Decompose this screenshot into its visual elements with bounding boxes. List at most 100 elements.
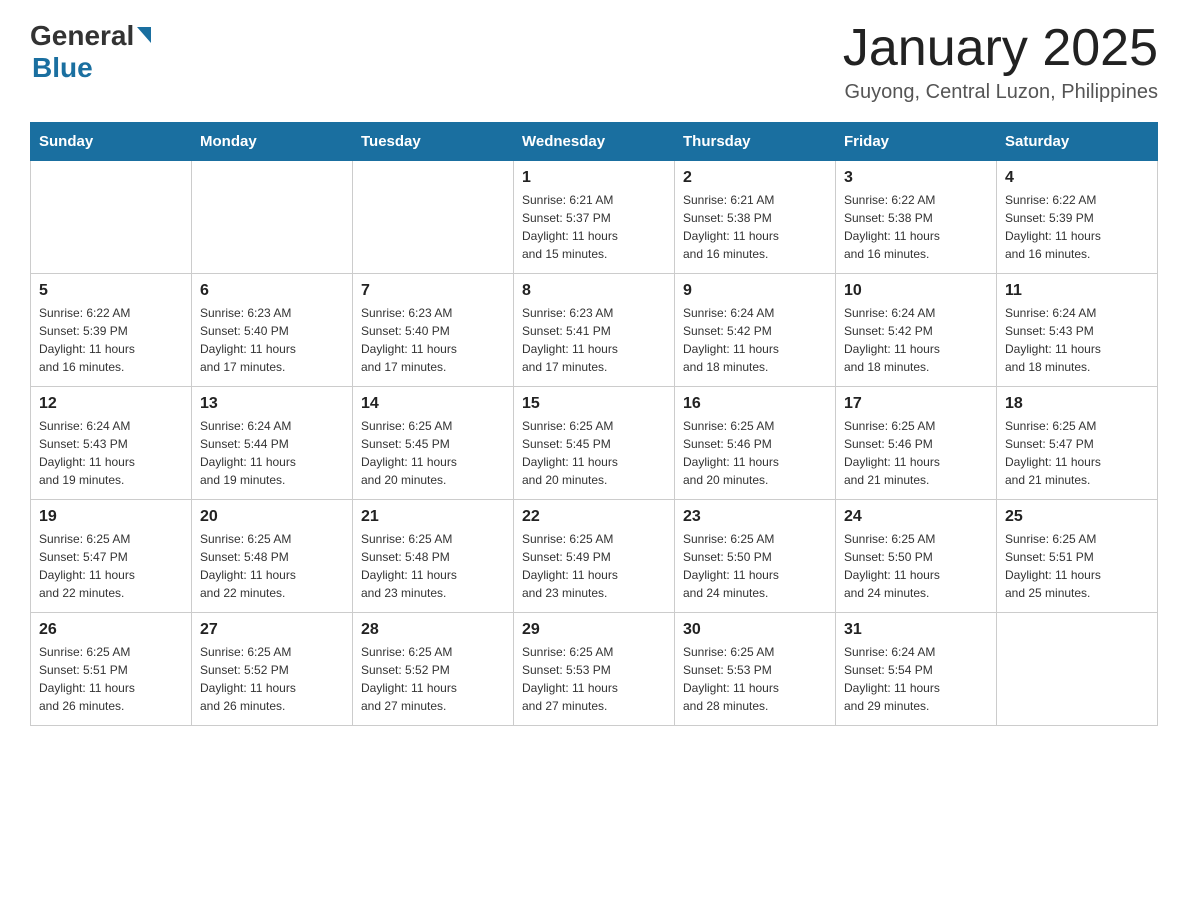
calendar-cell: 9 Sunrise: 6:24 AM Sunset: 5:42 PM Daylig…: [675, 274, 836, 387]
day-number: 31: [844, 621, 988, 639]
calendar-week-4: 19 Sunrise: 6:25 AM Sunset: 5:47 PM Dayli…: [31, 500, 1158, 613]
day-info: Sunrise: 6:25 AM Sunset: 5:46 PM Dayligh…: [844, 417, 988, 489]
day-info: Sunrise: 6:25 AM Sunset: 5:49 PM Dayligh…: [522, 530, 666, 602]
calendar-cell: 6 Sunrise: 6:23 AM Sunset: 5:40 PM Daylig…: [192, 274, 353, 387]
day-info: Sunrise: 6:25 AM Sunset: 5:51 PM Dayligh…: [39, 643, 183, 715]
day-number: 11: [1005, 282, 1149, 300]
day-info: Sunrise: 6:25 AM Sunset: 5:51 PM Dayligh…: [1005, 530, 1149, 602]
location-subtitle: Guyong, Central Luzon, Philippines: [843, 81, 1158, 104]
day-info: Sunrise: 6:24 AM Sunset: 5:42 PM Dayligh…: [683, 304, 827, 376]
day-info: Sunrise: 6:25 AM Sunset: 5:50 PM Dayligh…: [683, 530, 827, 602]
calendar-cell: 26 Sunrise: 6:25 AM Sunset: 5:51 PM Dayli…: [31, 613, 192, 726]
calendar-cell: 13 Sunrise: 6:24 AM Sunset: 5:44 PM Dayli…: [192, 387, 353, 500]
weekday-header-monday: Monday: [192, 123, 353, 161]
day-info: Sunrise: 6:25 AM Sunset: 5:53 PM Dayligh…: [522, 643, 666, 715]
weekday-header-thursday: Thursday: [675, 123, 836, 161]
day-number: 16: [683, 395, 827, 413]
page-header: General Blue January 2025 Guyong, Centra…: [30, 20, 1158, 104]
calendar-cell: 19 Sunrise: 6:25 AM Sunset: 5:47 PM Dayli…: [31, 500, 192, 613]
day-number: 19: [39, 508, 183, 526]
day-info: Sunrise: 6:22 AM Sunset: 5:39 PM Dayligh…: [1005, 191, 1149, 263]
logo-triangle-icon: [137, 27, 151, 43]
calendar-cell: 8Sunrise: 6:23 AM Sunset: 5:41 PM Daylig…: [514, 274, 675, 387]
day-number: 13: [200, 395, 344, 413]
day-number: 7: [361, 282, 505, 300]
calendar-week-2: 5Sunrise: 6:22 AM Sunset: 5:39 PM Daylig…: [31, 274, 1158, 387]
calendar-table: SundayMondayTuesdayWednesdayThursdayFrid…: [30, 122, 1158, 726]
day-number: 26: [39, 621, 183, 639]
calendar-cell: 12Sunrise: 6:24 AM Sunset: 5:43 PM Dayli…: [31, 387, 192, 500]
weekday-header-saturday: Saturday: [997, 123, 1158, 161]
calendar-week-3: 12Sunrise: 6:24 AM Sunset: 5:43 PM Dayli…: [31, 387, 1158, 500]
day-number: 1: [522, 169, 666, 187]
day-info: Sunrise: 6:25 AM Sunset: 5:47 PM Dayligh…: [39, 530, 183, 602]
day-number: 30: [683, 621, 827, 639]
day-info: Sunrise: 6:24 AM Sunset: 5:54 PM Dayligh…: [844, 643, 988, 715]
day-info: Sunrise: 6:22 AM Sunset: 5:39 PM Dayligh…: [39, 304, 183, 376]
day-number: 28: [361, 621, 505, 639]
day-info: Sunrise: 6:24 AM Sunset: 5:42 PM Dayligh…: [844, 304, 988, 376]
weekday-header-sunday: Sunday: [31, 123, 192, 161]
day-number: 8: [522, 282, 666, 300]
calendar-week-1: 1 Sunrise: 6:21 AM Sunset: 5:37 PM Daylig…: [31, 161, 1158, 274]
logo: General Blue: [30, 20, 151, 84]
logo-general-text: General: [30, 20, 134, 52]
day-info: Sunrise: 6:25 AM Sunset: 5:45 PM Dayligh…: [361, 417, 505, 489]
calendar-cell: 18 Sunrise: 6:25 AM Sunset: 5:47 PM Dayli…: [997, 387, 1158, 500]
calendar-cell: 30 Sunrise: 6:25 AM Sunset: 5:53 PM Dayli…: [675, 613, 836, 726]
calendar-cell: [192, 161, 353, 274]
day-info: Sunrise: 6:21 AM Sunset: 5:37 PM Dayligh…: [522, 191, 666, 263]
weekday-header-row: SundayMondayTuesdayWednesdayThursdayFrid…: [31, 123, 1158, 161]
calendar-cell: 16 Sunrise: 6:25 AM Sunset: 5:46 PM Dayli…: [675, 387, 836, 500]
day-info: Sunrise: 6:25 AM Sunset: 5:48 PM Dayligh…: [361, 530, 505, 602]
day-number: 18: [1005, 395, 1149, 413]
day-info: Sunrise: 6:25 AM Sunset: 5:53 PM Dayligh…: [683, 643, 827, 715]
day-info: Sunrise: 6:25 AM Sunset: 5:52 PM Dayligh…: [200, 643, 344, 715]
day-info: Sunrise: 6:25 AM Sunset: 5:52 PM Dayligh…: [361, 643, 505, 715]
day-number: 17: [844, 395, 988, 413]
day-info: Sunrise: 6:21 AM Sunset: 5:38 PM Dayligh…: [683, 191, 827, 263]
calendar-cell: 1 Sunrise: 6:21 AM Sunset: 5:37 PM Daylig…: [514, 161, 675, 274]
calendar-cell: 20 Sunrise: 6:25 AM Sunset: 5:48 PM Dayli…: [192, 500, 353, 613]
weekday-header-tuesday: Tuesday: [353, 123, 514, 161]
day-info: Sunrise: 6:25 AM Sunset: 5:50 PM Dayligh…: [844, 530, 988, 602]
day-number: 23: [683, 508, 827, 526]
day-number: 27: [200, 621, 344, 639]
day-number: 29: [522, 621, 666, 639]
logo-blue-text: Blue: [32, 52, 93, 84]
calendar-cell: 17 Sunrise: 6:25 AM Sunset: 5:46 PM Dayli…: [836, 387, 997, 500]
calendar-cell: 4 Sunrise: 6:22 AM Sunset: 5:39 PM Daylig…: [997, 161, 1158, 274]
day-info: Sunrise: 6:25 AM Sunset: 5:47 PM Dayligh…: [1005, 417, 1149, 489]
day-info: Sunrise: 6:23 AM Sunset: 5:40 PM Dayligh…: [200, 304, 344, 376]
calendar-cell: [353, 161, 514, 274]
weekday-header-wednesday: Wednesday: [514, 123, 675, 161]
weekday-header-friday: Friday: [836, 123, 997, 161]
calendar-cell: 29 Sunrise: 6:25 AM Sunset: 5:53 PM Dayli…: [514, 613, 675, 726]
calendar-cell: 3 Sunrise: 6:22 AM Sunset: 5:38 PM Daylig…: [836, 161, 997, 274]
calendar-cell: 5Sunrise: 6:22 AM Sunset: 5:39 PM Daylig…: [31, 274, 192, 387]
day-info: Sunrise: 6:25 AM Sunset: 5:48 PM Dayligh…: [200, 530, 344, 602]
calendar-cell: 31 Sunrise: 6:24 AM Sunset: 5:54 PM Dayli…: [836, 613, 997, 726]
day-number: 6: [200, 282, 344, 300]
day-number: 15: [522, 395, 666, 413]
day-number: 10: [844, 282, 988, 300]
calendar-cell: 15 Sunrise: 6:25 AM Sunset: 5:45 PM Dayli…: [514, 387, 675, 500]
day-info: Sunrise: 6:25 AM Sunset: 5:46 PM Dayligh…: [683, 417, 827, 489]
calendar-cell: 7 Sunrise: 6:23 AM Sunset: 5:40 PM Daylig…: [353, 274, 514, 387]
calendar-cell: 27 Sunrise: 6:25 AM Sunset: 5:52 PM Dayli…: [192, 613, 353, 726]
calendar-cell: 21Sunrise: 6:25 AM Sunset: 5:48 PM Dayli…: [353, 500, 514, 613]
day-info: Sunrise: 6:25 AM Sunset: 5:45 PM Dayligh…: [522, 417, 666, 489]
day-number: 14: [361, 395, 505, 413]
calendar-cell: 14 Sunrise: 6:25 AM Sunset: 5:45 PM Dayli…: [353, 387, 514, 500]
day-number: 3: [844, 169, 988, 187]
day-number: 25: [1005, 508, 1149, 526]
day-number: 20: [200, 508, 344, 526]
day-info: Sunrise: 6:24 AM Sunset: 5:43 PM Dayligh…: [1005, 304, 1149, 376]
day-info: Sunrise: 6:24 AM Sunset: 5:44 PM Dayligh…: [200, 417, 344, 489]
day-number: 9: [683, 282, 827, 300]
day-number: 4: [1005, 169, 1149, 187]
day-info: Sunrise: 6:22 AM Sunset: 5:38 PM Dayligh…: [844, 191, 988, 263]
month-title: January 2025: [843, 20, 1158, 77]
day-number: 24: [844, 508, 988, 526]
day-info: Sunrise: 6:23 AM Sunset: 5:40 PM Dayligh…: [361, 304, 505, 376]
